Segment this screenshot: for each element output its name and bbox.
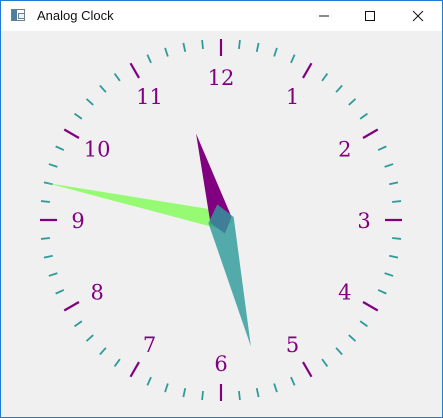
minute-tick — [85, 98, 94, 106]
maximize-button[interactable] — [347, 1, 393, 31]
minute-tick — [321, 73, 329, 82]
minute-tick — [164, 47, 169, 57]
analog-clock-window: Analog Clock 12 1 2 3 4 5 6 7 8 9 10 11 — [0, 0, 443, 418]
minute-tick — [384, 163, 394, 168]
minute-tick — [99, 84, 107, 93]
minute-tick — [255, 388, 260, 398]
clock-numeral-6: 6 — [214, 352, 227, 376]
app-icon — [11, 9, 25, 21]
minute-tick — [48, 272, 58, 277]
minute-tick — [85, 334, 94, 342]
hour-tick — [302, 361, 313, 378]
hour-tick — [63, 128, 80, 139]
minute-tick — [335, 347, 343, 356]
minute-tick — [55, 145, 65, 151]
maximize-icon — [365, 11, 375, 21]
minute-tick — [359, 112, 368, 120]
minute-tick — [238, 39, 241, 50]
clock-numeral-7: 7 — [143, 333, 156, 357]
minute-tick — [384, 272, 394, 277]
minimize-icon — [319, 15, 329, 17]
minimize-button[interactable] — [301, 1, 347, 31]
minute-tick — [164, 383, 169, 393]
minute-tick — [389, 181, 399, 186]
minute-tick — [113, 358, 121, 367]
hour-tick — [129, 361, 140, 378]
clock-numeral-1: 1 — [286, 85, 299, 109]
minute-tick — [55, 289, 65, 295]
minute-tick — [290, 376, 296, 386]
close-icon — [412, 10, 423, 22]
minute-tick — [377, 289, 387, 295]
minute-tick — [389, 254, 399, 259]
clock-numeral-12: 12 — [208, 66, 235, 90]
minute-tick — [99, 347, 107, 356]
minute-tick — [321, 358, 329, 367]
clock-numeral-3: 3 — [357, 209, 370, 233]
minute-tick — [182, 42, 187, 52]
clock-numeral-4: 4 — [338, 281, 351, 305]
minute-tick — [74, 112, 83, 120]
clock-numeral-8: 8 — [90, 281, 103, 305]
clock-canvas: 12 1 2 3 4 5 6 7 8 9 10 11 — [1, 31, 442, 417]
clock-numeral-2: 2 — [338, 138, 351, 162]
minute-tick — [113, 73, 121, 82]
clock-numeral-10: 10 — [84, 138, 111, 162]
hour-tick — [129, 62, 140, 79]
minute-tick — [348, 98, 357, 106]
clock-hands — [46, 133, 251, 347]
minute-tick — [290, 54, 296, 64]
minute-tick — [40, 237, 51, 240]
minute-tick — [40, 200, 51, 203]
minute-tick — [335, 84, 343, 93]
clock-numeral-11: 11 — [136, 85, 163, 109]
minute-tick — [48, 163, 58, 168]
minute-tick — [255, 42, 260, 52]
clock-numeral-9: 9 — [71, 209, 84, 233]
minute-tick — [182, 388, 187, 398]
minute-hand — [208, 204, 251, 347]
minute-tick — [146, 376, 152, 386]
analog-clock-face: 121234567891011 — [40, 39, 402, 401]
hour-tick — [302, 62, 313, 79]
minute-tick — [359, 320, 368, 328]
title-bar[interactable]: Analog Clock — [1, 1, 442, 31]
minute-tick — [273, 383, 278, 393]
clock-numeral-5: 5 — [286, 333, 299, 357]
minute-tick — [348, 334, 357, 342]
minute-tick — [201, 390, 204, 401]
minute-tick — [201, 39, 204, 50]
minute-tick — [238, 390, 241, 401]
minute-tick — [43, 254, 53, 259]
minute-tick — [74, 320, 83, 328]
minute-tick — [391, 237, 402, 240]
close-button[interactable] — [393, 1, 442, 31]
hour-tick — [362, 301, 379, 312]
minute-tick — [146, 54, 152, 64]
window-title: Analog Clock — [37, 8, 114, 23]
minute-tick — [273, 47, 278, 57]
hour-tick — [63, 301, 80, 312]
minute-tick — [377, 145, 387, 151]
minute-tick — [391, 200, 402, 203]
hour-tick — [362, 128, 379, 139]
